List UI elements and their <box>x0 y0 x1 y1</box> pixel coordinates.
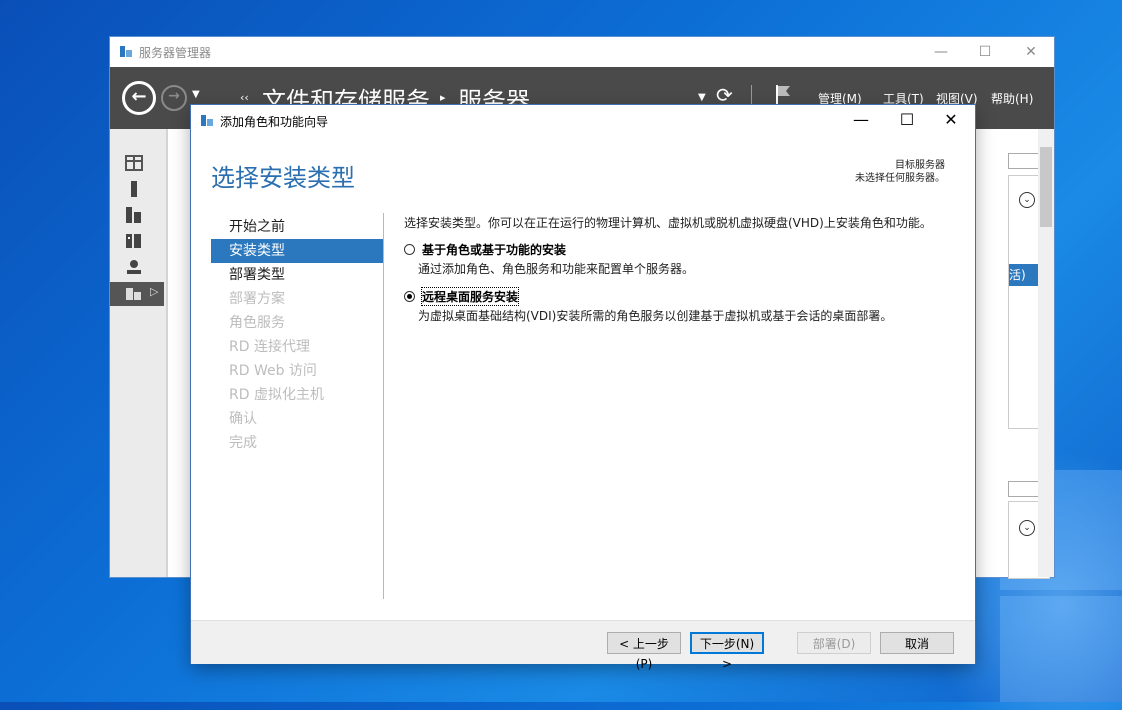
notifications-flag-icon[interactable] <box>774 83 792 105</box>
dialog-minimize-button[interactable]: — <box>841 107 881 133</box>
next-button[interactable]: 下一步(N) > <box>690 632 764 671</box>
wizard-steps: 开始之前 安装类型 部署类型 部署方案 角色服务 RD 连接代理 RD Web … <box>211 215 383 455</box>
add-roles-wizard-dialog: 添加角色和功能向导 — ☐ ✕ 选择安装类型 目标服务器 未选择任何服务器。 开… <box>191 105 975 671</box>
step-deployment-type[interactable]: 部署类型 <box>211 263 383 287</box>
minimize-button[interactable]: — <box>926 41 956 63</box>
radio-role-based[interactable] <box>404 244 415 255</box>
breadcrumb-separator-icon: ▸ <box>440 91 446 104</box>
radio-rds[interactable] <box>404 291 415 302</box>
history-dropdown-icon[interactable]: ▼ <box>192 89 200 100</box>
step-rd-virtualization-host: RD 虚拟化主机 <box>229 387 324 403</box>
step-installation-type[interactable]: 安装类型 <box>211 239 383 263</box>
step-deployment-scenario: 部署方案 <box>229 291 285 307</box>
intro-text: 选择安装类型。你可以在正在运行的物理计算机、虚拟机或脱机虚拟硬盘(VHD)上安装… <box>404 216 932 230</box>
server-manager-nav: ▷ <box>110 129 168 577</box>
desktop-logo-pane <box>1000 596 1122 702</box>
dialog-maximize-button[interactable]: ☐ <box>887 107 927 133</box>
option-rds-label[interactable]: 远程桌面服务安装 <box>420 287 520 306</box>
close-button[interactable]: ✕ <box>1016 41 1046 63</box>
previous-button[interactable]: < 上一步(P) <box>607 632 681 671</box>
option-rds-desc: 为虚拟桌面基础结构(VDI)安装所需的角色服务以创建基于虚拟机或基于会话的桌面部… <box>418 309 893 323</box>
all-servers-icon[interactable] <box>125 207 143 223</box>
step-confirmation: 确认 <box>229 411 257 427</box>
dialog-close-button[interactable]: ✕ <box>931 107 971 133</box>
target-server-info: 目标服务器 未选择任何服务器。 <box>855 159 945 185</box>
file-storage-icon[interactable] <box>125 233 143 249</box>
dialog-titlebar: 添加角色和功能向导 — ☐ ✕ <box>191 105 975 135</box>
back-arrow-icon[interactable]: ← <box>122 81 156 115</box>
wizard-app-icon <box>201 115 213 126</box>
dialog-footer: < 上一步(P) 下一步(N) > 部署(D) 取消 <box>191 620 975 671</box>
cancel-button[interactable]: 取消 <box>880 632 954 654</box>
dialog-title: 添加角色和功能向导 <box>220 115 329 129</box>
expand-circle-icon[interactable]: ⌄ <box>1019 520 1035 536</box>
menu-help[interactable]: 帮助(H) <box>991 90 1033 107</box>
steps-divider <box>383 213 384 599</box>
forward-arrow-icon[interactable]: → <box>161 85 187 111</box>
step-rd-connection-broker: RD 连接代理 <box>229 339 310 355</box>
wizard-content: 选择安装类型。你可以在正在运行的物理计算机、虚拟机或脱机虚拟硬盘(VHD)上安装… <box>404 211 964 323</box>
header-divider <box>751 85 752 105</box>
target-server-value: 未选择任何服务器。 <box>855 173 945 184</box>
option-role-based-desc: 通过添加角色、角色服务和功能来配置单个服务器。 <box>418 262 695 276</box>
dashboard-icon[interactable] <box>125 155 143 171</box>
refresh-icon[interactable]: ⟳ <box>716 83 733 107</box>
server-manager-titlebar: 服务器管理器 — ☐ ✕ <box>110 37 1054 67</box>
expand-chevron-icon: ▷ <box>150 285 159 298</box>
folder-servers-icon <box>126 288 141 300</box>
breadcrumb-back-icon: ‹‹ <box>240 91 249 104</box>
maximize-button[interactable]: ☐ <box>970 41 1000 63</box>
step-before-you-begin[interactable]: 开始之前 <box>211 215 383 239</box>
breadcrumb-dropdown-icon[interactable]: ▼ <box>698 92 706 103</box>
deploy-button[interactable]: 部署(D) <box>797 632 871 654</box>
option-role-based-label[interactable]: 基于角色或基于功能的安装 <box>422 241 566 258</box>
rds-icon[interactable] <box>125 259 143 275</box>
page-heading: 选择安装类型 <box>211 164 355 192</box>
server-manager-icon <box>120 46 132 57</box>
expand-circle-icon[interactable]: ⌄ <box>1019 192 1035 208</box>
server-manager-title: 服务器管理器 <box>139 46 212 60</box>
scrollbar-thumb[interactable] <box>1040 147 1052 227</box>
step-role-services: 角色服务 <box>229 315 285 331</box>
step-results: 完成 <box>229 435 257 451</box>
step-rd-web-access: RD Web 访问 <box>229 363 317 379</box>
local-server-icon[interactable] <box>125 181 143 197</box>
target-server-label: 目标服务器 <box>895 160 945 171</box>
vertical-scrollbar[interactable] <box>1038 129 1054 577</box>
nav-selected-item[interactable]: ▷ <box>110 282 164 306</box>
